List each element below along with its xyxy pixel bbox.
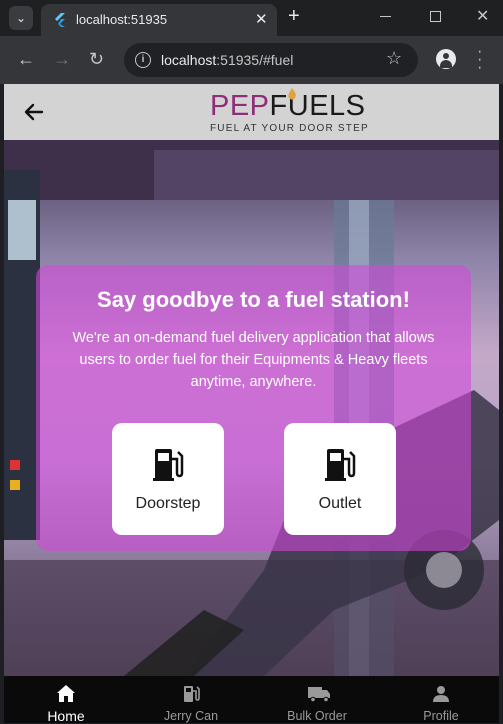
- pepfuels-logo: PEPFUELS FUEL AT YOUR DOOR STEP: [210, 88, 368, 136]
- promo-description: We're an on-demand fuel delivery applica…: [72, 330, 435, 390]
- browser-profile-icon[interactable]: [436, 49, 456, 69]
- promo-title: Say goodbye to a fuel station!: [97, 287, 410, 312]
- bookmark-star-icon[interactable]: ☆: [386, 48, 402, 69]
- browser-tabstrip: ⌄ localhost:51935 ✕ + ✕: [0, 0, 503, 36]
- nav-label-profile: Profile: [423, 709, 459, 723]
- fuel-pump-icon: [325, 449, 356, 481]
- flutter-favicon-icon: [55, 13, 65, 27]
- nav-label-home: Home: [47, 708, 85, 724]
- window-minimize-icon[interactable]: [380, 16, 391, 17]
- window-close-icon[interactable]: ✕: [476, 6, 489, 26]
- fuel-pump-icon: [153, 449, 184, 481]
- logo-fuels: FUELS: [269, 90, 366, 122]
- tab-close-icon[interactable]: ✕: [255, 10, 268, 28]
- new-tab-icon[interactable]: +: [288, 6, 300, 26]
- logo-tagline: FUEL AT YOUR DOOR STEP: [210, 123, 369, 134]
- doorstep-option-button[interactable]: Doorstep: [112, 423, 224, 535]
- nav-label-bulk-order: Bulk Order: [287, 709, 347, 723]
- nav-item-home[interactable]: Home: [16, 676, 116, 724]
- address-bar[interactable]: i localhost:51935/#fuel ☆: [124, 43, 418, 77]
- bottom-navigation: Home Jerry Can Bulk Order Profile: [4, 676, 499, 724]
- browser-menu-icon[interactable]: · · ·: [477, 44, 482, 76]
- truck-icon: [308, 687, 330, 703]
- person-icon: [433, 686, 449, 702]
- logo-pep: PEP: [210, 90, 270, 122]
- back-arrow-icon[interactable]: [20, 98, 48, 126]
- nav-item-bulk-order[interactable]: Bulk Order: [267, 676, 367, 723]
- url-host: localhost: [161, 52, 217, 68]
- window-maximize-icon[interactable]: [430, 11, 441, 22]
- promo-card: Say goodbye to a fuel station! We're an …: [36, 265, 471, 551]
- browser-back-icon[interactable]: ←: [17, 49, 35, 69]
- nav-item-jerry-can[interactable]: Jerry Can: [141, 676, 241, 723]
- outlet-label: Outlet: [318, 495, 362, 512]
- hero-section: Say goodbye to a fuel station! We're an …: [4, 140, 499, 676]
- reload-icon[interactable]: ↻: [89, 49, 104, 69]
- browser-toolbar: ← → ↻ i localhost:51935/#fuel ☆ · · ·: [0, 36, 503, 84]
- home-icon: [57, 685, 75, 702]
- url-path: :51935/#fuel: [216, 52, 294, 68]
- browser-forward-icon[interactable]: →: [53, 49, 71, 69]
- site-info-icon[interactable]: i: [135, 52, 151, 68]
- flame-icon: [288, 88, 296, 100]
- url-text: localhost:51935/#fuel: [161, 52, 293, 68]
- browser-tab[interactable]: localhost:51935 ✕: [41, 4, 277, 36]
- fuel-can-icon: [184, 686, 200, 702]
- nav-label-jerry-can: Jerry Can: [163, 709, 219, 723]
- app-bar: PEPFUELS FUEL AT YOUR DOOR STEP: [4, 84, 499, 140]
- tab-title: localhost:51935: [76, 12, 168, 27]
- tab-search-icon[interactable]: ⌄: [9, 6, 33, 30]
- doorstep-label: Doorstep: [135, 495, 201, 512]
- nav-item-profile[interactable]: Profile: [391, 676, 491, 723]
- outlet-option-button[interactable]: Outlet: [284, 423, 396, 535]
